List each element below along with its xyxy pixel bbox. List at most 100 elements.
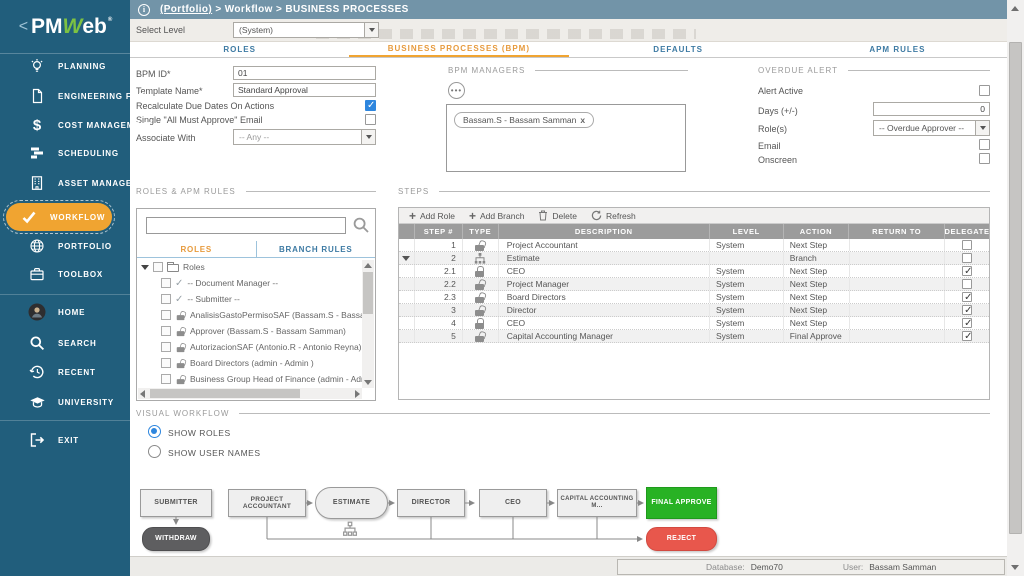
tree-checkbox[interactable] xyxy=(161,294,171,304)
diagram-node-final-approve[interactable]: FINAL APPROVE xyxy=(646,487,717,519)
tree-checkbox[interactable] xyxy=(161,326,171,336)
scroll-down-icon[interactable] xyxy=(364,380,372,385)
col-delegate[interactable]: DELEGATE xyxy=(945,224,989,239)
tree-checkbox[interactable] xyxy=(161,278,171,288)
tree-checkbox[interactable] xyxy=(161,310,171,320)
sidebar-item-portfolio[interactable]: PORTFOLIO xyxy=(0,232,130,260)
sidebar-item-recent[interactable]: RECENT xyxy=(0,358,130,386)
tree-item[interactable]: Approver (Bassam.S - Bassam Samman) xyxy=(161,323,346,339)
scrollbar-thumb[interactable] xyxy=(150,389,300,398)
table-row[interactable]: 2.2 Project Manager System Next Step xyxy=(399,278,989,291)
recalculate-checkbox[interactable] xyxy=(365,100,376,111)
scroll-left-icon[interactable] xyxy=(140,390,145,398)
sidebar-item-search[interactable]: SEARCH xyxy=(0,329,130,357)
chevron-down-icon[interactable] xyxy=(364,23,378,37)
chevron-down-icon[interactable] xyxy=(361,130,375,144)
scroll-up-icon[interactable] xyxy=(1011,6,1019,11)
tree-vertical-scrollbar[interactable] xyxy=(362,260,374,388)
row-expander-icon[interactable] xyxy=(402,256,410,261)
roles-subtab[interactable]: ROLES xyxy=(137,241,257,257)
alert-active-checkbox[interactable] xyxy=(979,85,990,96)
table-row[interactable]: 3 Director System Next Step xyxy=(399,304,989,317)
table-row[interactable]: 2 Estimate Branch xyxy=(399,252,989,265)
sidebar-item-exit[interactable]: EXIT xyxy=(0,426,130,454)
diagram-node-project-accountant[interactable]: PROJECT ACCOUNTANT xyxy=(228,489,306,517)
onscreen-checkbox[interactable] xyxy=(979,153,990,164)
tree-expander-icon[interactable] xyxy=(141,265,149,270)
scroll-up-icon[interactable] xyxy=(364,263,372,268)
template-name-field[interactable] xyxy=(233,83,376,97)
email-checkbox[interactable] xyxy=(979,139,990,150)
delegate-checkbox[interactable] xyxy=(962,279,972,289)
sidebar-item-workflow[interactable]: WORKFLOW xyxy=(6,203,112,231)
tab-defaults[interactable]: DEFAULTS xyxy=(569,42,788,57)
associate-with-dropdown[interactable]: -- Any -- xyxy=(233,129,376,145)
breadcrumb-portfolio-link[interactable]: (Portfolio) xyxy=(160,4,212,15)
table-row[interactable]: 2.3 Board Directors System Next Step xyxy=(399,291,989,304)
sidebar-item-toolbox[interactable]: TOOLBOX xyxy=(0,260,130,288)
single-email-checkbox[interactable] xyxy=(365,114,376,125)
diagram-node-withdraw[interactable]: WITHDRAW xyxy=(142,527,210,551)
table-row[interactable]: 2.1 CEO System Next Step xyxy=(399,265,989,278)
bpm-id-field[interactable] xyxy=(233,66,376,80)
tab-apm-rules[interactable]: APM RULES xyxy=(788,42,1007,57)
refresh-button[interactable]: Refresh xyxy=(591,210,636,221)
delegate-checkbox[interactable] xyxy=(962,266,972,276)
scrollbar-thumb[interactable] xyxy=(363,272,373,314)
delegate-checkbox[interactable] xyxy=(962,253,972,263)
show-user-names-radio[interactable] xyxy=(148,445,161,458)
sidebar-item-home[interactable]: HOME xyxy=(0,298,130,326)
diagram-node-estimate[interactable]: ESTIMATE xyxy=(315,487,388,519)
tree-item[interactable]: AutorizacionSAF (Antonio.R - Antonio Rey… xyxy=(161,339,362,355)
diagram-node-director[interactable]: DIRECTOR xyxy=(397,489,465,517)
col-type[interactable]: TYPE xyxy=(463,224,499,239)
col-description[interactable]: DESCRIPTION xyxy=(499,224,710,239)
sidebar-item-university[interactable]: UNIVERSITY xyxy=(0,388,130,416)
scrollbar-thumb[interactable] xyxy=(1009,42,1022,534)
sidebar-item-planning[interactable]: PLANNING xyxy=(0,52,130,80)
scroll-down-icon[interactable] xyxy=(1011,565,1019,570)
add-branch-button[interactable]: +Add Branch xyxy=(469,211,524,221)
remove-tag-icon[interactable]: x xyxy=(580,115,585,125)
tree-horizontal-scrollbar[interactable] xyxy=(138,388,362,399)
chevron-down-icon[interactable] xyxy=(975,121,989,135)
delegate-checkbox[interactable] xyxy=(962,331,972,341)
roles-search-input[interactable] xyxy=(146,217,346,234)
page-scrollbar[interactable] xyxy=(1007,0,1024,576)
tab-business-processes[interactable]: BUSINESS PROCESSES (BPM) xyxy=(349,42,568,57)
pmweb-logo[interactable]: <PMWeb® xyxy=(0,0,130,54)
tree-checkbox[interactable] xyxy=(161,358,171,368)
tab-roles[interactable]: ROLES xyxy=(130,42,349,57)
col-step[interactable]: STEP # xyxy=(415,224,463,239)
diagram-node-ceo[interactable]: CEO xyxy=(479,489,547,517)
sidebar-item-engineering[interactable]: ENGINEERING FOR... xyxy=(0,82,130,110)
show-roles-radio[interactable] xyxy=(148,425,161,438)
tree-item[interactable]: ✓ -- Document Manager -- xyxy=(161,275,278,291)
days-field[interactable] xyxy=(873,102,990,116)
delete-button[interactable]: Delete xyxy=(538,210,577,221)
tree-item-root[interactable]: Roles xyxy=(141,259,205,275)
delegate-checkbox[interactable] xyxy=(962,305,972,315)
info-icon[interactable]: i xyxy=(138,4,150,16)
diagram-node-capital-accounting-manager[interactable]: CAPITAL ACCOUNTING M... xyxy=(557,489,637,517)
manager-tag[interactable]: Bassam.S - Bassam Sammanx xyxy=(454,112,594,128)
tree-checkbox[interactable] xyxy=(161,374,171,384)
col-level[interactable]: LEVEL xyxy=(710,224,784,239)
sidebar-item-cost-management[interactable]: $ COST MANAGEMENT xyxy=(0,111,130,139)
search-icon[interactable] xyxy=(352,216,370,234)
diagram-node-reject[interactable]: REJECT xyxy=(646,527,717,551)
tree-item[interactable]: Business Group Head of Finance (admin - … xyxy=(161,371,363,387)
col-action[interactable]: ACTION xyxy=(784,224,850,239)
tree-item[interactable]: AnalisisGastoPermisoSAF (Bassam.S - Bass… xyxy=(161,307,363,323)
table-row[interactable]: 1 Project Accountant System Next Step xyxy=(399,239,989,252)
add-manager-button[interactable]: ••• xyxy=(448,82,465,99)
table-row[interactable]: 4 CEO System Next Step xyxy=(399,317,989,330)
tree-checkbox[interactable] xyxy=(153,262,163,272)
tree-item[interactable]: ✓ -- Submitter -- xyxy=(161,291,240,307)
tree-item[interactable]: Board Directors (admin - Admin ) xyxy=(161,355,314,371)
diagram-node-submitter[interactable]: SUBMITTER xyxy=(140,489,212,517)
table-row[interactable]: 5 Capital Accounting Manager System Fina… xyxy=(399,330,989,343)
scroll-right-icon[interactable] xyxy=(355,390,360,398)
select-level-dropdown[interactable]: (System) xyxy=(233,22,379,38)
tree-checkbox[interactable] xyxy=(161,342,171,352)
